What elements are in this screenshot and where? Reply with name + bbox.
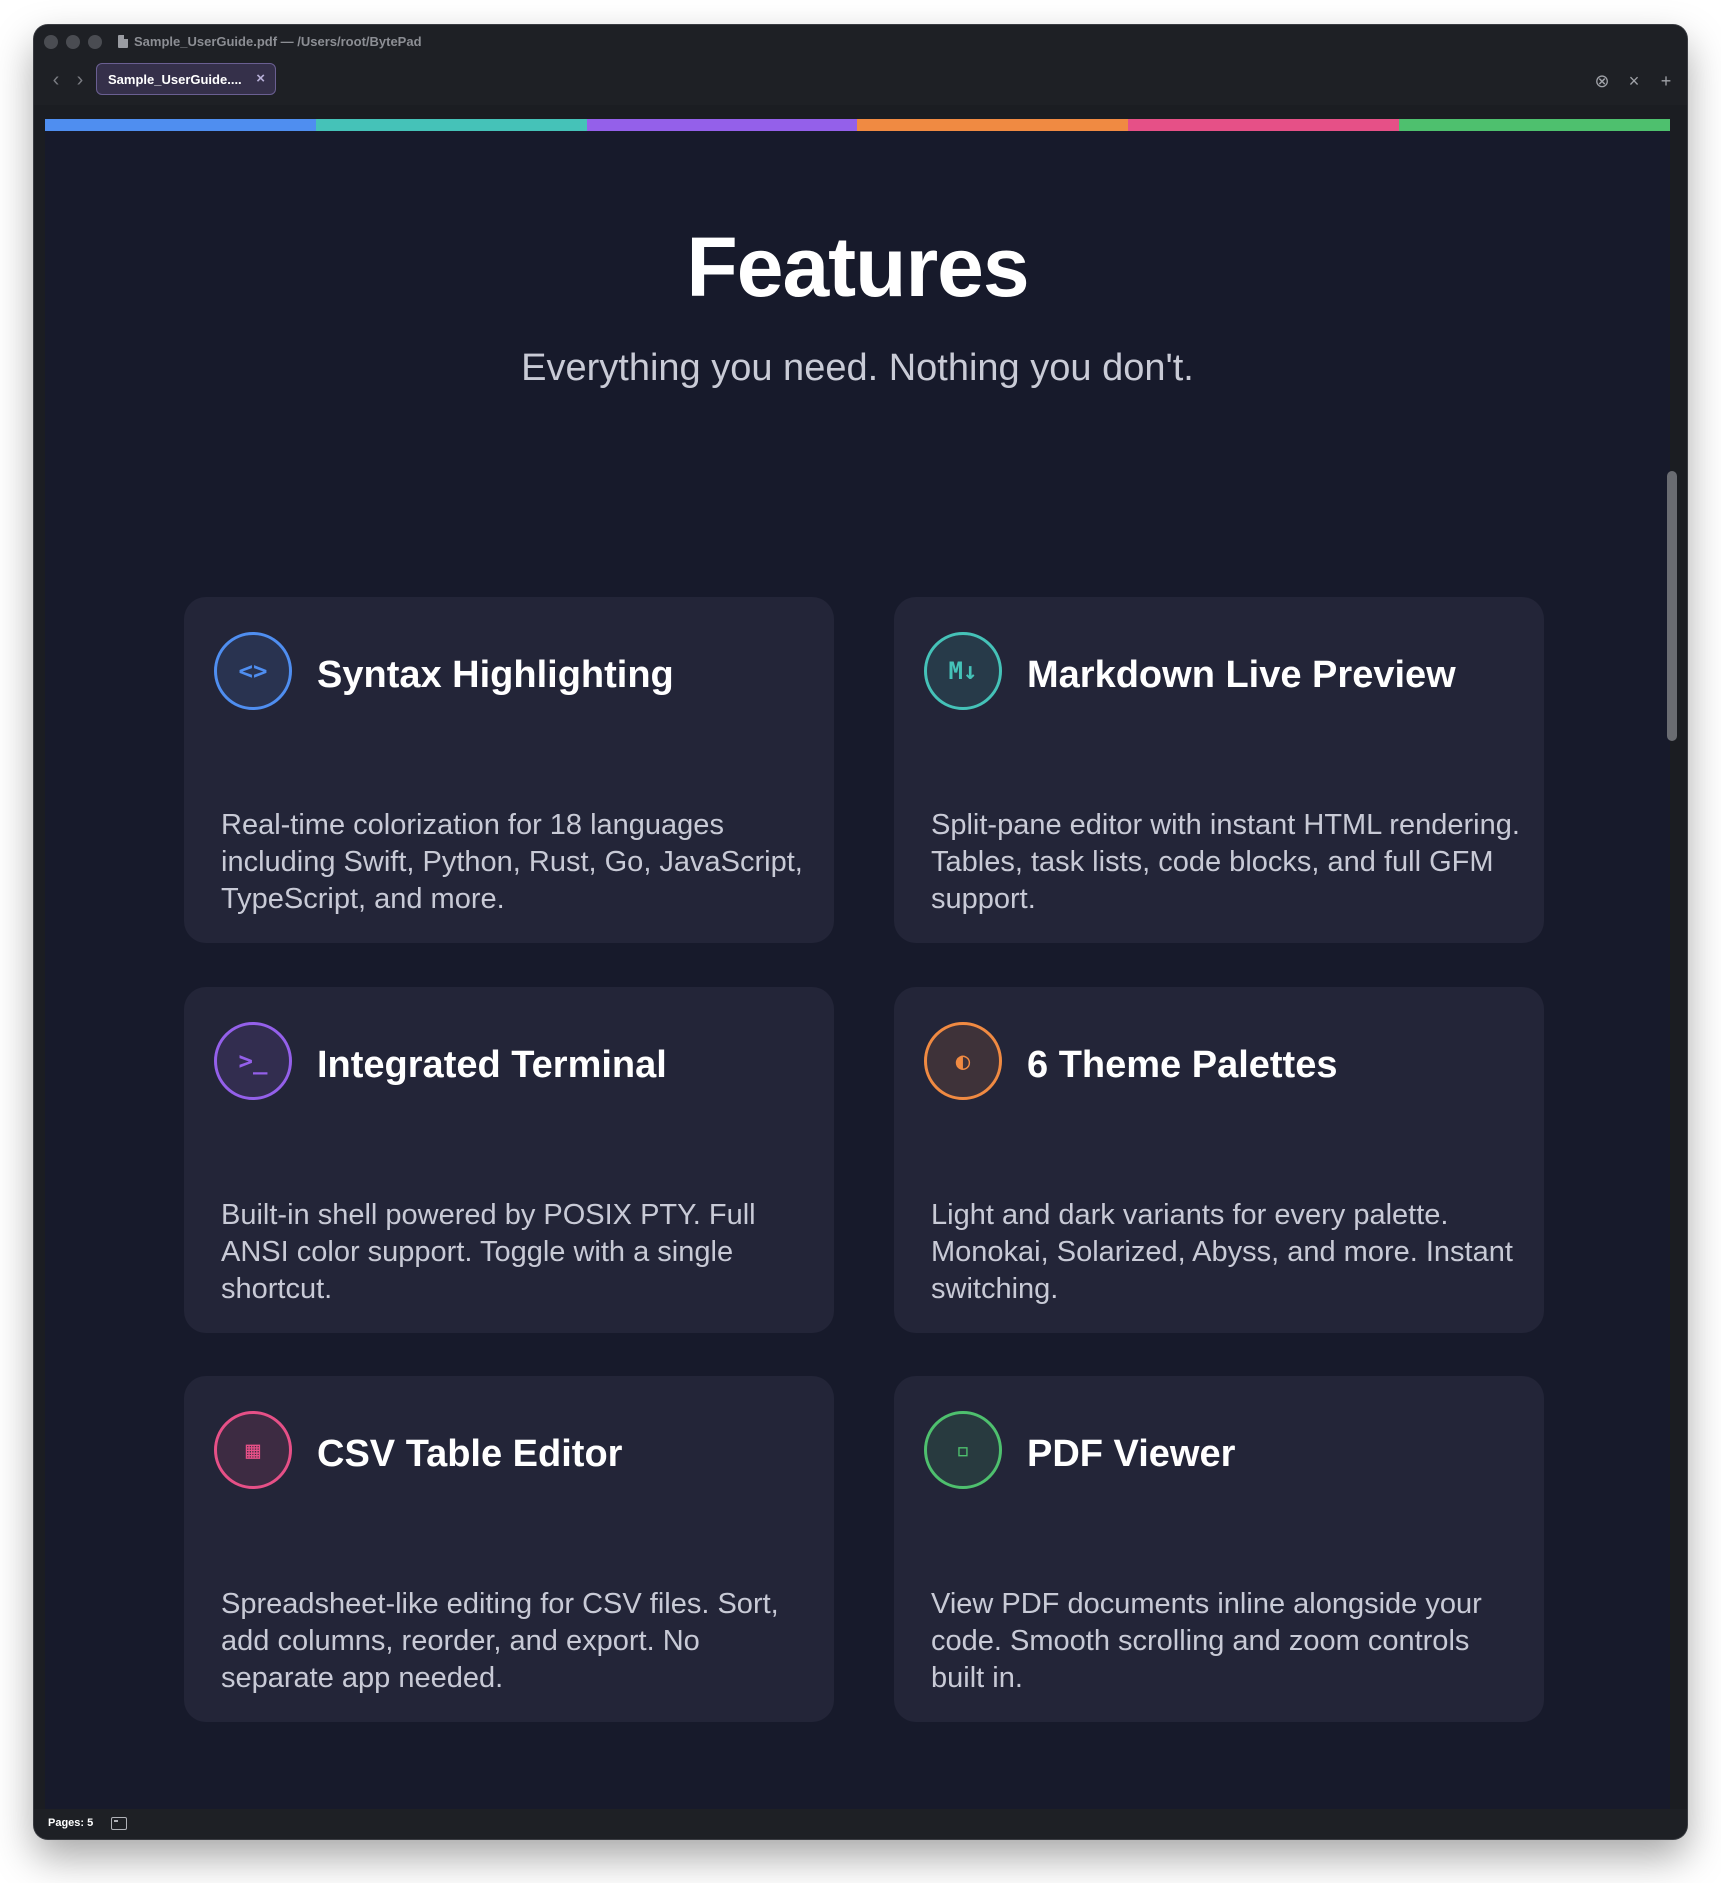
- feature-card: ▦ CSV Table Editor Spreadsheet-like edit…: [184, 1376, 834, 1722]
- page-title: Features: [686, 220, 1029, 314]
- close-window-button[interactable]: [44, 35, 58, 49]
- stop-button[interactable]: ⊗: [1591, 70, 1613, 92]
- minimize-window-button[interactable]: [66, 35, 80, 49]
- circle-x-icon: ⊗: [1594, 71, 1610, 91]
- feature-card: ▫ PDF Viewer View PDF documents inline a…: [894, 1376, 1544, 1722]
- zoom-window-button[interactable]: [88, 35, 102, 49]
- forward-button[interactable]: ›: [68, 68, 92, 92]
- pdf-page-content[interactable]: Features Everything you need. Nothing yo…: [45, 119, 1670, 1809]
- stripe-blue: [45, 119, 316, 131]
- color-stripe: [45, 119, 1670, 131]
- terminal-icon: >_: [214, 1022, 292, 1100]
- tab-bar: ‹ › Sample_UserGuide.... × ⊗ × +: [34, 61, 1687, 105]
- card-description: Built-in shell powered by POSIX PTY. Ful…: [221, 1199, 756, 1305]
- window-title: Sample_UserGuide.pdf — /Users/root/ByteP…: [118, 34, 422, 49]
- panel-toggle-icon[interactable]: [111, 1817, 127, 1830]
- scrollbar-thumb[interactable]: [1667, 471, 1677, 741]
- markdown-icon: M↓: [924, 632, 1002, 710]
- card-title: 6 Theme Palettes: [1027, 1044, 1338, 1086]
- stripe-pink: [1128, 119, 1400, 131]
- back-button[interactable]: ‹: [44, 68, 68, 92]
- close-icon: ×: [1628, 71, 1640, 91]
- plus-icon: +: [1660, 71, 1672, 91]
- feature-card: M↓ Markdown Live Preview Split-pane edit…: [894, 597, 1544, 943]
- tab-label: Sample_UserGuide....: [108, 71, 242, 87]
- card-description: Light and dark variants for every palett…: [931, 1199, 1513, 1305]
- close-button[interactable]: ×: [1623, 70, 1645, 92]
- tab-close-icon[interactable]: ×: [256, 70, 265, 87]
- card-title: PDF Viewer: [1027, 1433, 1236, 1475]
- document-icon: [118, 35, 128, 48]
- card-title: CSV Table Editor: [317, 1433, 623, 1475]
- tab-sample-userguide[interactable]: Sample_UserGuide.... ×: [96, 63, 276, 95]
- chevron-right-icon: ›: [76, 69, 84, 91]
- card-description: Real-time colorization for 18 languages …: [221, 809, 803, 915]
- card-description: Spreadsheet-like editing for CSV files. …: [221, 1588, 779, 1694]
- card-title: Integrated Terminal: [317, 1044, 667, 1086]
- card-description: View PDF documents inline alongside your…: [931, 1588, 1482, 1694]
- page-count: Pages: 5: [48, 1817, 94, 1829]
- feature-card: <> Syntax Highlighting Real-time coloriz…: [184, 597, 834, 943]
- window-controls: [44, 35, 102, 49]
- new-tab-button[interactable]: +: [1655, 70, 1677, 92]
- code-icon: <>: [214, 632, 292, 710]
- card-title: Syntax Highlighting: [317, 654, 674, 696]
- half-circle-icon: ◐: [924, 1022, 1002, 1100]
- document-icon: ▫: [924, 1411, 1002, 1489]
- window-title-text: Sample_UserGuide.pdf — /Users/root/ByteP…: [134, 34, 422, 49]
- card-title: Markdown Live Preview: [1027, 654, 1456, 696]
- stripe-teal: [315, 119, 587, 131]
- grid-icon: ▦: [214, 1411, 292, 1489]
- feature-card: ◐ 6 Theme Palettes Light and dark varian…: [894, 987, 1544, 1333]
- feature-card: >_ Integrated Terminal Built-in shell po…: [184, 987, 834, 1333]
- title-bar: Sample_UserGuide.pdf — /Users/root/ByteP…: [34, 25, 1687, 61]
- page-subtitle: Everything you need. Nothing you don't.: [521, 347, 1194, 389]
- stripe-green: [1399, 119, 1670, 131]
- app-window: Sample_UserGuide.pdf — /Users/root/ByteP…: [34, 25, 1687, 1839]
- chevron-left-icon: ‹: [52, 69, 60, 91]
- stripe-purple: [586, 119, 858, 131]
- status-bar: Pages: 5: [34, 1809, 1687, 1839]
- card-description: Split-pane editor with instant HTML rend…: [931, 809, 1520, 915]
- stripe-orange: [857, 119, 1129, 131]
